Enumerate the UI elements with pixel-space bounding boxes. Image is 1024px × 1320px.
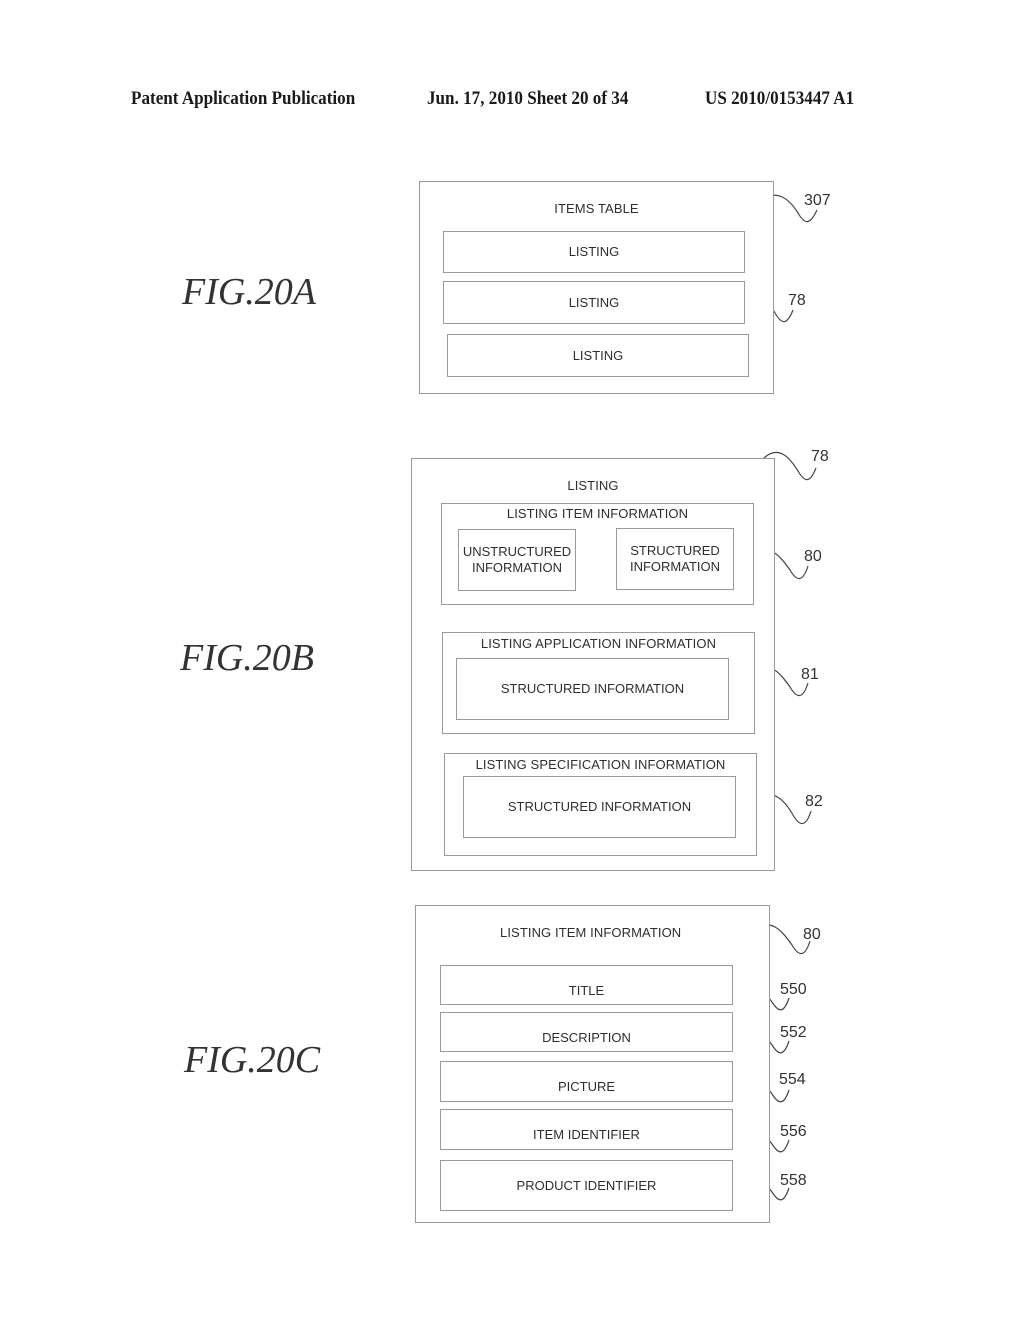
items-table-title: ITEMS TABLE [554,201,639,216]
structured-information-label: STRUCTURED INFORMATION [629,543,721,574]
ref-554: 554 [779,1071,806,1088]
field-label-title: TITLE [568,983,605,998]
listing-item-information-detail-title: LISTING ITEM INFORMATION [500,925,682,940]
listing-application-information-title: LISTING APPLICATION INFORMATION [480,636,717,651]
publication-date-sheet: Jun. 17, 2010 Sheet 20 of 34 [427,88,629,109]
field-label-product-identifier: PRODUCT IDENTIFIER [516,1177,657,1193]
ref-556: 556 [780,1123,807,1140]
listing-label-2: LISTING [568,294,620,310]
listing-box-3: LISTING [447,334,749,377]
ref-78: 78 [811,448,829,465]
listing-item-information-title: LISTING ITEM INFORMATION [506,506,689,521]
ref-80-detail: 80 [803,926,821,943]
field-box-title: TITLE [440,965,733,1005]
field-box-product-identifier: PRODUCT IDENTIFIER [440,1160,733,1211]
ref-558: 558 [780,1172,807,1189]
listing-box-1: LISTING [443,231,745,273]
ref-552: 552 [780,1024,807,1041]
publication-number: US 2010/0153447 A1 [705,88,855,109]
field-box-description: DESCRIPTION [440,1012,733,1052]
unstructured-information-label: UNSTRUCTURED INFORMATION [462,544,572,575]
publication-type: Patent Application Publication [131,88,356,109]
figure-label-20a: FIG.20A [182,271,317,313]
figure-label-20c: FIG.20C [184,1039,321,1081]
field-box-picture: PICTURE [440,1061,733,1102]
application-structured-information-label: STRUCTURED INFORMATION [500,681,685,696]
field-label-item-identifier: ITEM IDENTIFIER [533,1127,640,1142]
listing-label-1: LISTING [568,244,620,259]
listing-label-3: LISTING [572,347,624,363]
unstructured-information-box: UNSTRUCTURED INFORMATION [458,529,576,591]
structured-information-box: STRUCTURED INFORMATION [616,528,734,590]
specification-structured-information-label: STRUCTURED INFORMATION [507,799,692,814]
ref-80: 80 [804,548,822,565]
listing-specification-information-title: LISTING SPECIFICATION INFORMATION [475,757,726,772]
field-label-description: DESCRIPTION [542,1030,631,1045]
ref-81: 81 [801,666,819,683]
application-structured-information-box: STRUCTURED INFORMATION [456,658,729,720]
ref-550: 550 [780,981,807,998]
listing-title: LISTING [567,478,619,493]
ref-82: 82 [805,793,823,810]
figure-label-20b: FIG.20B [180,637,315,679]
field-label-picture: PICTURE [557,1079,616,1094]
ref-307: 307 [804,192,831,209]
field-box-item-identifier: ITEM IDENTIFIER [440,1109,733,1150]
listing-box-2: LISTING [443,281,745,324]
ref-78-listing: 78 [788,292,806,309]
specification-structured-information-box: STRUCTURED INFORMATION [463,776,736,838]
